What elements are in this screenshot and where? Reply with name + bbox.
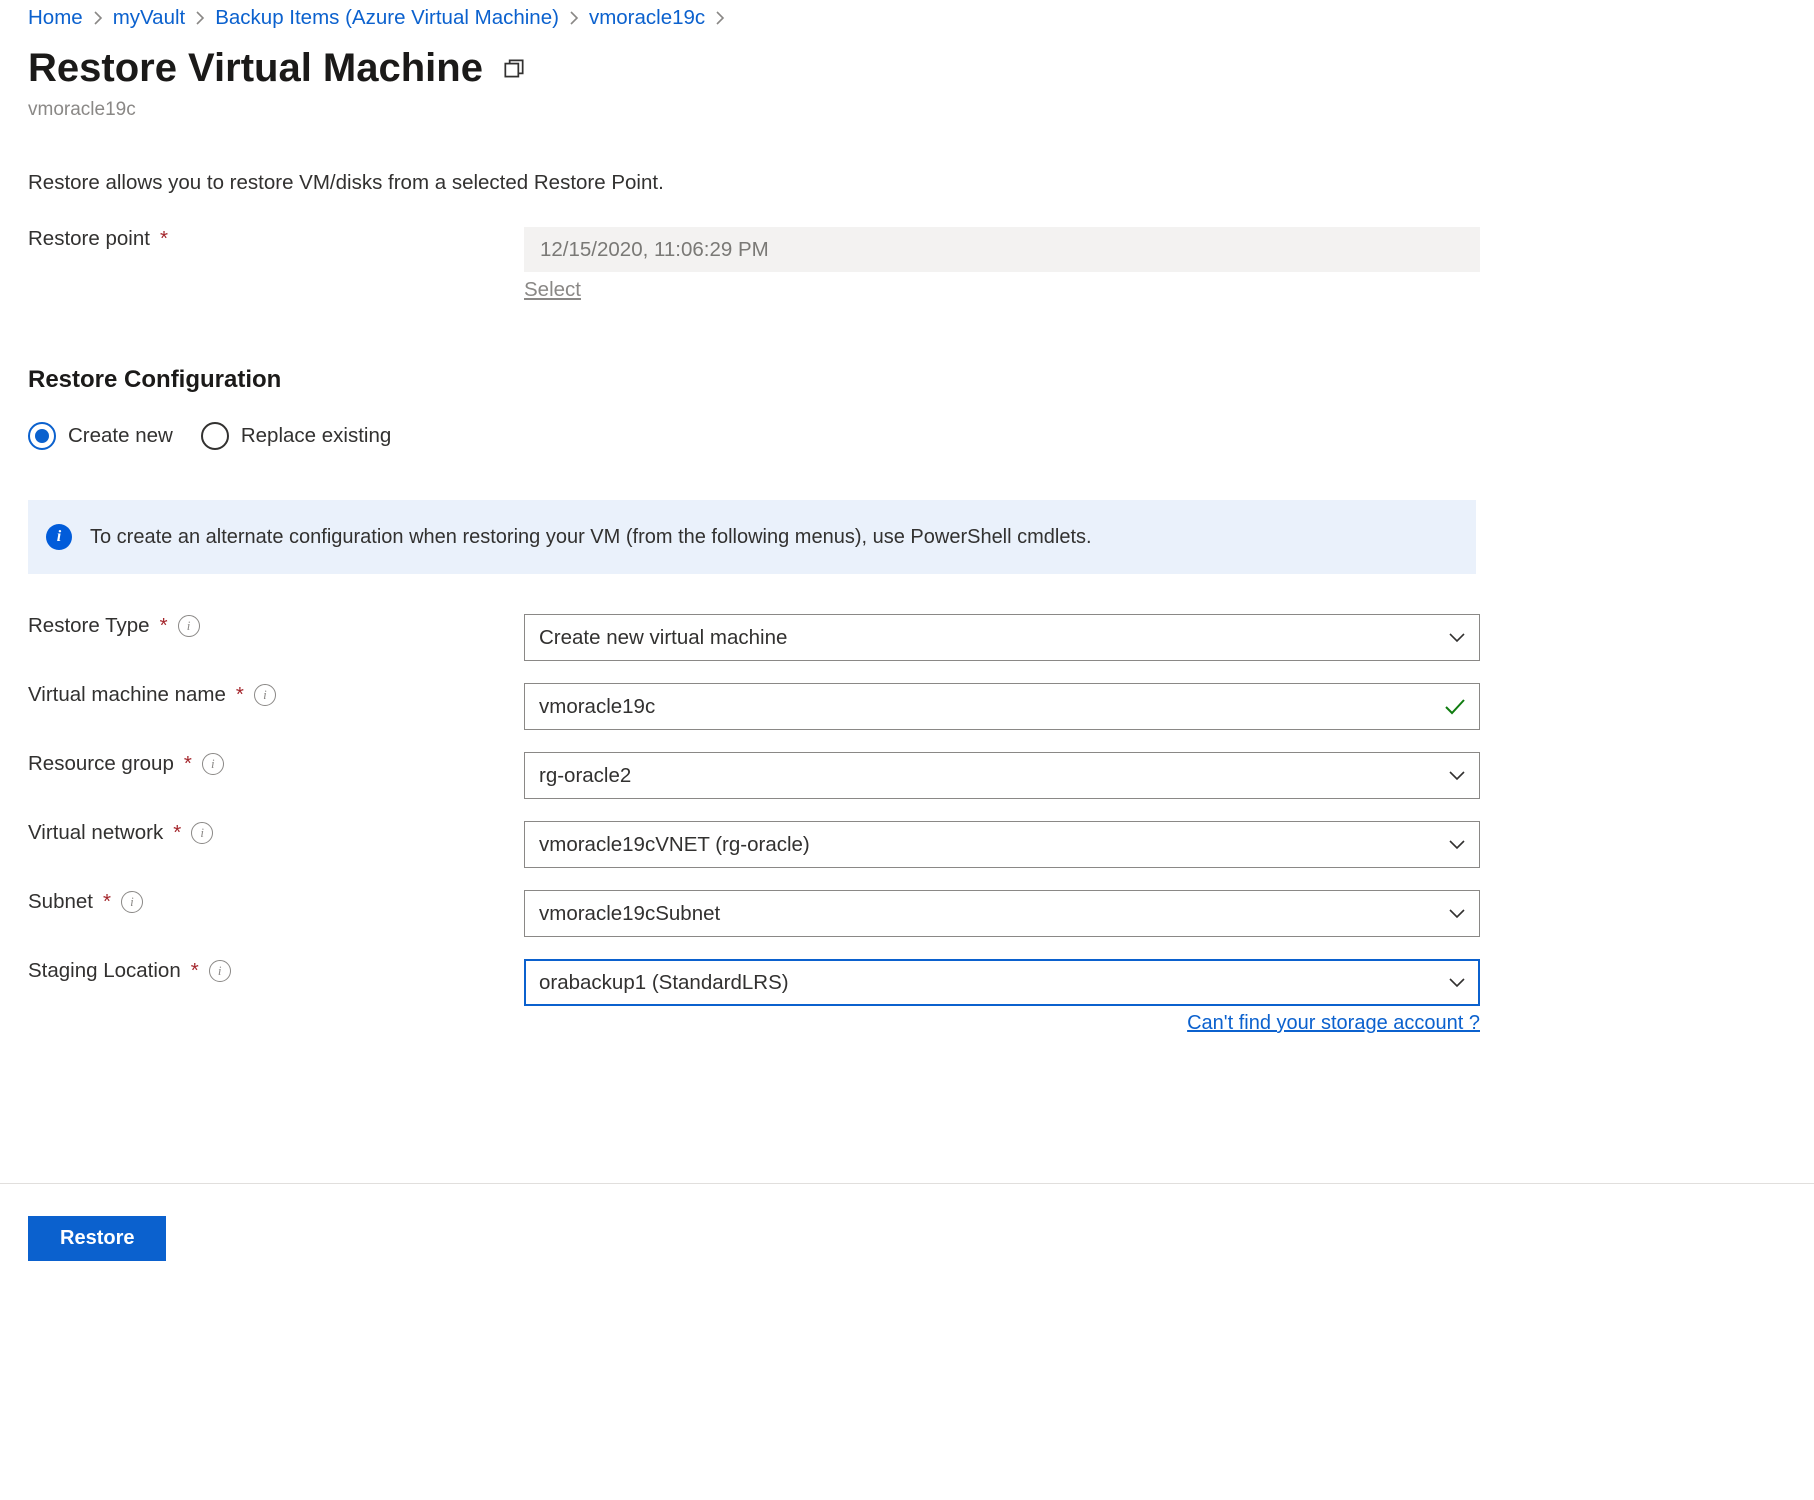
chevron-right-icon	[195, 11, 205, 25]
subnet-value: vmoracle19cSubnet	[539, 902, 720, 925]
breadcrumb: Home myVault Backup Items (Azure Virtual…	[28, 0, 1786, 30]
staging-location-dropdown[interactable]: orabackup1 (StandardLRS)	[524, 959, 1480, 1006]
required-indicator: *	[103, 890, 111, 914]
restore-button[interactable]: Restore	[28, 1216, 166, 1261]
breadcrumb-vault[interactable]: myVault	[113, 6, 186, 30]
page-subtitle: vmoracle19c	[28, 99, 1786, 121]
virtual-network-label: Virtual network	[28, 821, 163, 845]
resource-group-dropdown[interactable]: rg-oracle2	[524, 752, 1480, 799]
restore-type-label: Restore Type	[28, 614, 150, 638]
breadcrumb-home[interactable]: Home	[28, 6, 83, 30]
info-icon[interactable]: i	[191, 822, 213, 844]
info-icon[interactable]: i	[121, 891, 143, 913]
chevron-down-icon	[1448, 908, 1466, 920]
restore-point-value: 12/15/2020, 11:06:29 PM	[524, 227, 1480, 272]
virtual-network-value: vmoracle19cVNET (rg-oracle)	[539, 833, 810, 856]
radio-button-icon	[201, 422, 229, 450]
section-heading-restore-config: Restore Configuration	[28, 366, 1786, 394]
staging-location-value: orabackup1 (StandardLRS)	[539, 971, 789, 994]
chevron-down-icon	[1448, 770, 1466, 782]
radio-create-new[interactable]: Create new	[28, 422, 173, 450]
chevron-right-icon	[715, 11, 725, 25]
info-icon: i	[46, 524, 72, 550]
radio-create-new-label: Create new	[68, 424, 173, 448]
breadcrumb-vm[interactable]: vmoracle19c	[589, 6, 705, 30]
intro-text: Restore allows you to restore VM/disks f…	[28, 171, 1786, 195]
info-icon[interactable]: i	[209, 960, 231, 982]
subnet-dropdown[interactable]: vmoracle19cSubnet	[524, 890, 1480, 937]
pin-icon[interactable]	[501, 56, 527, 82]
restore-type-value: Create new virtual machine	[539, 626, 787, 649]
resource-group-label: Resource group	[28, 752, 174, 776]
page-title: Restore Virtual Machine	[28, 46, 483, 91]
chevron-down-icon	[1448, 839, 1466, 851]
required-indicator: *	[173, 821, 181, 845]
info-icon[interactable]: i	[254, 684, 276, 706]
vm-name-field[interactable]	[539, 685, 1435, 730]
required-indicator: *	[191, 959, 199, 983]
restore-point-select-link[interactable]: Select	[524, 278, 581, 302]
info-bar: i To create an alternate configuration w…	[28, 500, 1476, 574]
required-indicator: *	[160, 227, 168, 251]
vm-name-label: Virtual machine name	[28, 683, 226, 707]
radio-button-icon	[28, 422, 56, 450]
chevron-down-icon	[1448, 632, 1466, 644]
storage-account-help-link[interactable]: Can't find your storage account ?	[524, 1012, 1480, 1035]
restore-config-radio-group: Create new Replace existing	[28, 422, 1786, 450]
required-indicator: *	[184, 752, 192, 776]
required-indicator: *	[236, 683, 244, 707]
checkmark-icon	[1444, 698, 1466, 716]
restore-type-dropdown[interactable]: Create new virtual machine	[524, 614, 1480, 661]
footer: Restore	[0, 1183, 1814, 1293]
resource-group-value: rg-oracle2	[539, 764, 631, 787]
chevron-right-icon	[569, 11, 579, 25]
breadcrumb-backup-items[interactable]: Backup Items (Azure Virtual Machine)	[215, 6, 559, 30]
chevron-right-icon	[93, 11, 103, 25]
staging-location-label: Staging Location	[28, 959, 181, 983]
info-icon[interactable]: i	[178, 615, 200, 637]
subnet-label: Subnet	[28, 890, 93, 914]
required-indicator: *	[160, 614, 168, 638]
radio-replace-existing-label: Replace existing	[241, 424, 391, 448]
info-bar-text: To create an alternate configuration whe…	[90, 526, 1092, 549]
restore-point-label: Restore point	[28, 227, 150, 251]
chevron-down-icon	[1448, 977, 1466, 989]
vm-name-input[interactable]	[524, 683, 1480, 730]
virtual-network-dropdown[interactable]: vmoracle19cVNET (rg-oracle)	[524, 821, 1480, 868]
info-icon[interactable]: i	[202, 753, 224, 775]
radio-replace-existing[interactable]: Replace existing	[201, 422, 391, 450]
